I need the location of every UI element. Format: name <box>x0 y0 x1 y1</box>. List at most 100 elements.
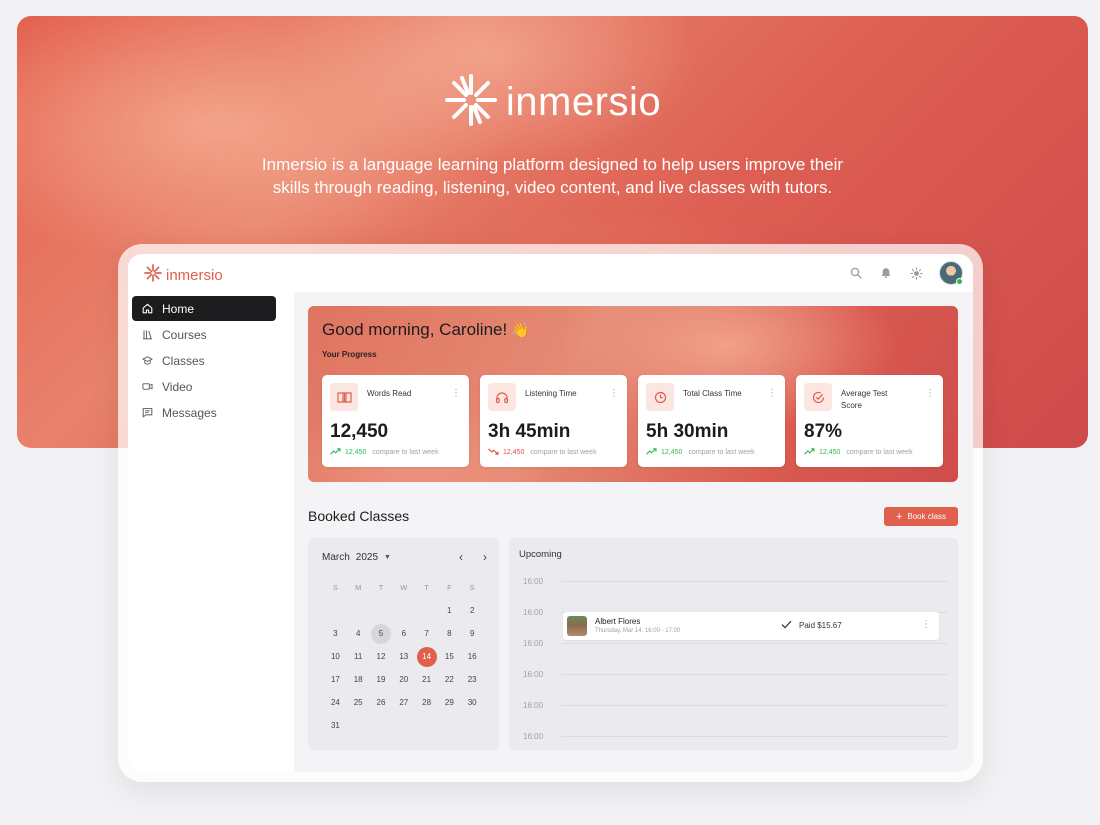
sun-icon[interactable] <box>909 266 923 280</box>
class-event-card[interactable]: Albert Flores Thursday, Mar 14, 16:00 - … <box>563 612 939 640</box>
sidebar-item-classes[interactable]: Classes <box>132 348 276 373</box>
sidebar-item-label: Home <box>162 301 195 316</box>
calendar-day[interactable]: 6 <box>392 622 415 645</box>
stat-trend: 12,450 compare to last week <box>804 448 913 457</box>
calendar-day[interactable]: 11 <box>347 645 370 668</box>
calendar-day[interactable]: 21 <box>415 668 438 691</box>
more-vertical-icon[interactable]: ⋮ <box>921 620 931 630</box>
calendar-day[interactable]: 4 <box>347 622 370 645</box>
calendar-day[interactable]: 10 <box>324 645 347 668</box>
event-date: Thursday, Mar 14, 16:00 - 17:00 <box>595 628 681 634</box>
calendar-day[interactable]: 3 <box>324 622 347 645</box>
calendar-day[interactable]: 23 <box>461 668 484 691</box>
chevron-right-icon[interactable]: › <box>483 550 487 564</box>
video-icon <box>142 381 153 392</box>
weekday-label: S <box>469 583 475 592</box>
clock-icon <box>646 383 674 411</box>
calendar-day-number: 7 <box>424 629 429 638</box>
calendar-day[interactable]: 27 <box>392 691 415 714</box>
calendar-day-number: 20 <box>399 675 409 684</box>
calendar-day-number: 23 <box>467 675 477 684</box>
calendar-day[interactable]: 14 <box>415 645 438 668</box>
calendar-day[interactable]: 19 <box>370 668 393 691</box>
calendar-day[interactable]: 1 <box>438 599 461 622</box>
sidebar-item-courses[interactable]: Courses <box>132 322 276 347</box>
calendar-day[interactable]: 7 <box>415 622 438 645</box>
calendar-day[interactable]: 24 <box>324 691 347 714</box>
more-vertical-icon[interactable]: ⋮ <box>451 389 461 399</box>
month-selector[interactable]: March 2025 ▼ <box>322 552 391 563</box>
book-class-button[interactable]: + Book class <box>884 507 958 526</box>
sidebar-item-video[interactable]: Video <box>132 374 276 399</box>
more-vertical-icon[interactable]: ⋮ <box>609 389 619 399</box>
calendar-empty <box>347 599 370 622</box>
trend-compare: compare to last week <box>372 449 439 456</box>
calendar-empty <box>324 599 347 622</box>
sidebar-item-home[interactable]: Home <box>132 296 276 321</box>
calendar-day[interactable]: 29 <box>438 691 461 714</box>
calendar-day-number: 29 <box>444 698 454 707</box>
calendar-day[interactable]: 12 <box>370 645 393 668</box>
search-icon[interactable] <box>849 266 863 280</box>
calendar-month: March <box>322 552 350 563</box>
calendar-day[interactable]: 30 <box>461 691 484 714</box>
calendar-week: 10 11 12 13 14 15 16 <box>324 645 488 668</box>
online-status-dot <box>956 278 963 285</box>
calendar-day[interactable]: 13 <box>392 645 415 668</box>
graduation-cap-icon <box>142 355 153 366</box>
headphones-icon <box>488 383 516 411</box>
calendar-empty <box>392 599 415 622</box>
calendar-day[interactable]: 28 <box>415 691 438 714</box>
top-actions <box>849 261 963 285</box>
calendar-day[interactable]: 16 <box>461 645 484 668</box>
calendar-nav: ‹ › <box>459 550 487 564</box>
calendar-empty <box>438 714 461 737</box>
calendar-day[interactable]: 17 <box>324 668 347 691</box>
stat-card-average-test-score[interactable]: Average Test Score ⋮ 87% 12,450 compare … <box>796 375 943 467</box>
stat-trend: 12,450 compare to last week <box>330 448 439 457</box>
sidebar-item-messages[interactable]: Messages <box>132 400 276 425</box>
trend-compare: compare to last week <box>688 449 755 456</box>
hero-wordmark: inmersio <box>505 79 662 124</box>
calendar-day[interactable]: 20 <box>392 668 415 691</box>
chevron-left-icon[interactable]: ‹ <box>459 550 463 564</box>
stat-card-listening-time[interactable]: Listening Time ⋮ 3h 45min 12,450 compare… <box>480 375 627 467</box>
calendar-week: 3 4 5 6 7 8 9 <box>324 622 488 645</box>
calendar-day-number: 15 <box>444 652 454 661</box>
upcoming-title: Upcoming <box>519 549 562 560</box>
calendar-day[interactable]: 8 <box>438 622 461 645</box>
calendar-day[interactable]: 5 <box>370 622 393 645</box>
calendar-week: 17 18 19 20 21 22 23 <box>324 668 488 691</box>
stat-trend: 12,450 compare to last week <box>488 448 597 457</box>
user-avatar[interactable] <box>939 261 963 285</box>
calendar-day[interactable]: 26 <box>370 691 393 714</box>
trend-compare: compare to last week <box>530 449 597 456</box>
sidebar-item-label: Courses <box>162 327 207 342</box>
calendar-day[interactable]: 15 <box>438 645 461 668</box>
calendar-day-number: 5 <box>378 629 384 638</box>
app-wordmark: inmersio <box>166 266 223 284</box>
calendar-day[interactable]: 31 <box>324 714 347 737</box>
sparkle-logo-icon <box>444 73 498 132</box>
more-vertical-icon[interactable]: ⋮ <box>925 389 935 399</box>
calendar-day[interactable]: 22 <box>438 668 461 691</box>
trend-value: 12,450 <box>819 449 841 456</box>
weekday-label: F <box>447 583 452 592</box>
weekday-label: T <box>378 583 384 592</box>
calendar-day[interactable]: 9 <box>461 622 484 645</box>
app-logo[interactable]: inmersio <box>144 264 223 286</box>
calendar-week: 24 25 26 27 28 29 30 <box>324 691 488 714</box>
calendar-day[interactable]: 25 <box>347 691 370 714</box>
more-vertical-icon[interactable]: ⋮ <box>767 389 777 399</box>
calendar-empty <box>347 714 370 737</box>
calendar-day[interactable]: 18 <box>347 668 370 691</box>
calendar-day-number: 18 <box>353 675 363 684</box>
stat-value: 3h 45min <box>488 421 571 442</box>
bell-icon[interactable] <box>879 266 893 280</box>
calendar-day[interactable]: 2 <box>461 599 484 622</box>
slot-line <box>561 673 948 675</box>
stat-card-total-class-time[interactable]: Total Class Time ⋮ 5h 30min 12,450 compa… <box>638 375 785 467</box>
caret-down-icon: ▼ <box>384 554 391 561</box>
payment-status: Paid $15.67 <box>781 620 842 631</box>
stat-card-words-read[interactable]: Words Read ⋮ 12,450 12,450 compare to la… <box>322 375 469 467</box>
